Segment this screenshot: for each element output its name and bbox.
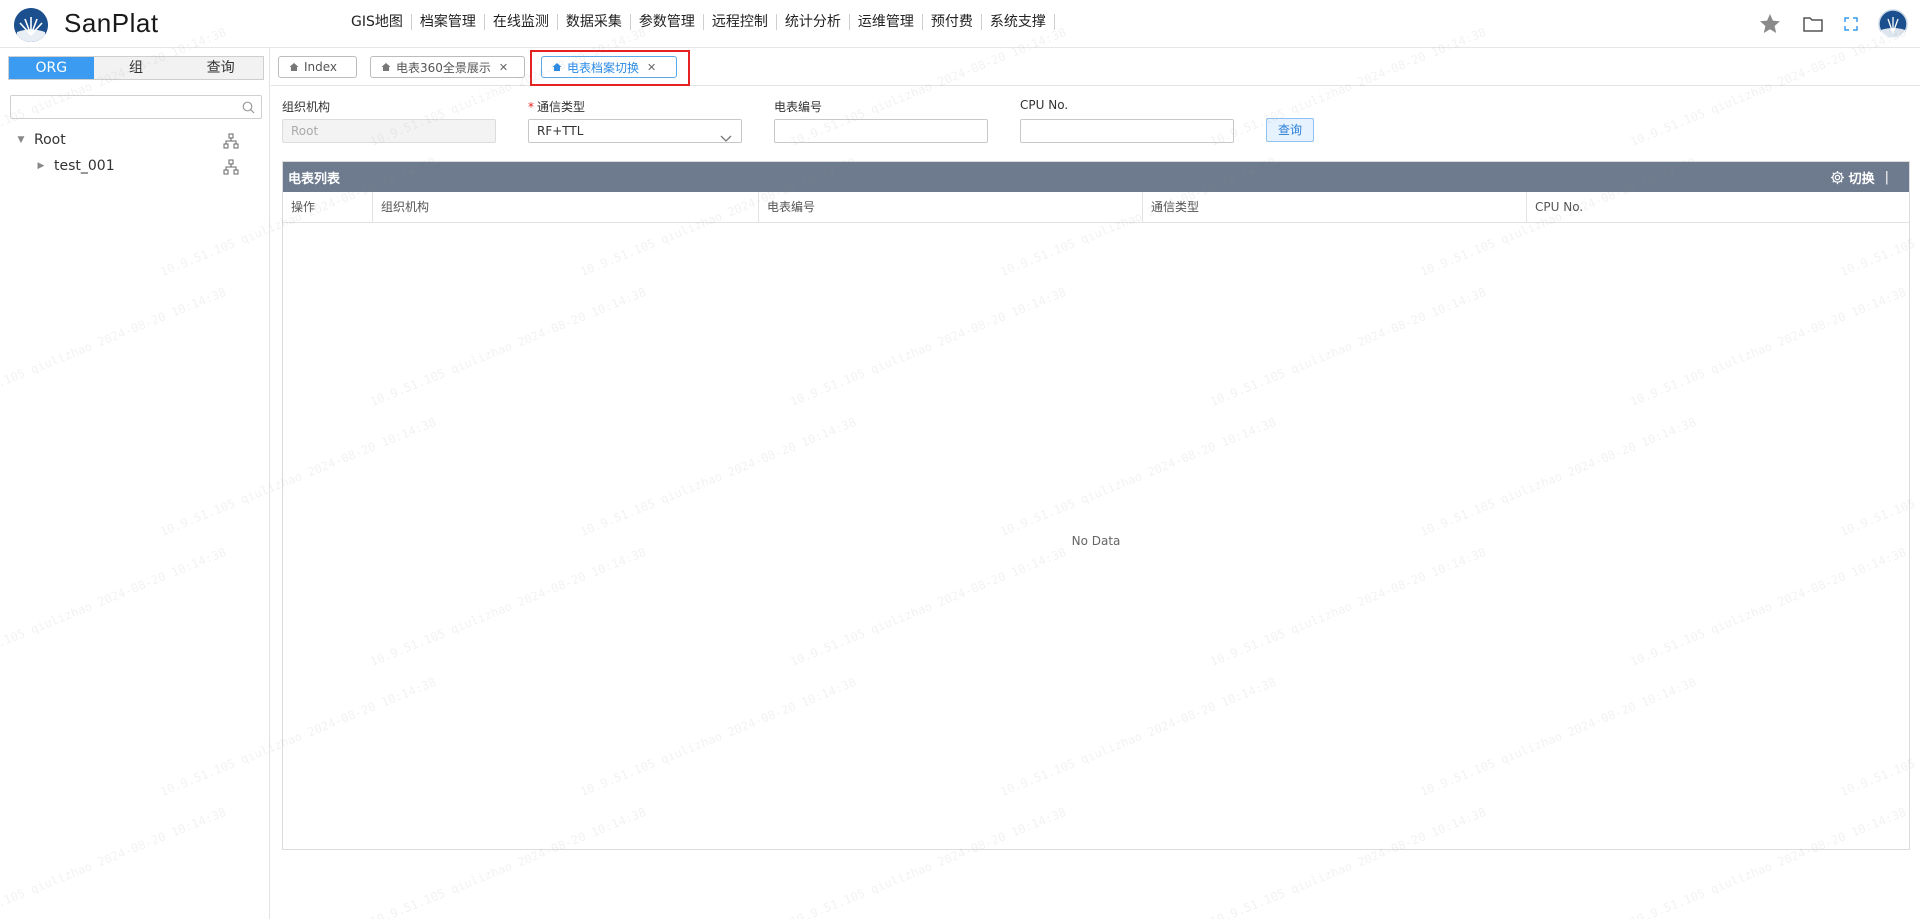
nav-item-online-monitor[interactable]: 在线监测	[485, 14, 558, 30]
switch-button[interactable]: 切换 |	[1830, 168, 1889, 187]
nav-item-data-collect[interactable]: 数据采集	[558, 14, 631, 30]
empty-state-text: No Data	[1071, 534, 1121, 548]
column-header-action[interactable]: 操作	[283, 192, 373, 222]
tab-label: Index	[304, 60, 338, 74]
column-header-comm-type[interactable]: 通信类型	[1143, 192, 1527, 222]
sidebar-tab-query[interactable]: 查询	[178, 57, 263, 79]
nav-item-gis-map[interactable]: GIS地图	[343, 14, 412, 30]
panel-header: 电表列表 切换 |	[283, 162, 1909, 192]
sidebar-tab-org[interactable]: ORG	[9, 57, 94, 79]
tree-node-label[interactable]: Root	[34, 132, 66, 148]
nav-item-remote-control[interactable]: 远程控制	[704, 14, 777, 30]
cpu-no-label: CPU No.	[1020, 98, 1069, 112]
sidebar-search-input[interactable]	[11, 96, 231, 118]
home-icon	[289, 62, 299, 72]
comm-type-select[interactable]: RF+TTL	[528, 119, 742, 143]
sanplat-logo-icon	[14, 8, 48, 42]
meter-list-panel: 电表列表 切换 | 操作 组织机构 电表编号 通信类型 CPU No. No D…	[282, 161, 1910, 850]
nav-item-prepaid[interactable]: 预付费	[923, 14, 982, 30]
header-icons	[1738, 9, 1908, 39]
caret-down-icon[interactable]: ▼	[16, 135, 26, 145]
sidebar-tab-group[interactable]: 组	[94, 57, 179, 79]
query-button[interactable]: 查询	[1266, 118, 1314, 142]
org-structure-icon[interactable]	[223, 133, 239, 153]
caret-right-icon[interactable]: ▶	[36, 161, 46, 171]
tree-node-test-001[interactable]: ▶ test_001	[36, 158, 115, 174]
required-asterisk: *	[528, 100, 534, 114]
meter-no-input[interactable]	[774, 119, 988, 143]
main-nav: GIS地图 档案管理 在线监测 数据采集 参数管理 远程控制 统计分析 运维管理…	[343, 14, 1055, 30]
sidebar-search	[10, 95, 262, 119]
nav-item-statistics[interactable]: 统计分析	[777, 14, 850, 30]
column-header-meter-no[interactable]: 电表编号	[759, 192, 1143, 222]
nav-item-archive[interactable]: 档案管理	[412, 14, 485, 30]
tree-node-root[interactable]: ▼ Root	[16, 132, 66, 148]
active-tab-highlight	[530, 50, 690, 86]
chevron-down-icon[interactable]	[720, 128, 732, 150]
toolbar-separator: |	[1884, 170, 1889, 185]
home-icon	[381, 62, 391, 72]
tree-node-label[interactable]: test_001	[54, 158, 115, 174]
tab-index[interactable]: Index	[278, 56, 357, 78]
fullscreen-icon[interactable]	[1844, 17, 1858, 31]
nav-item-system[interactable]: 系统支撑	[982, 14, 1055, 30]
comm-type-value: RF+TTL	[537, 124, 584, 138]
page-tabbar: Index 电表360全景展示 ✕ 电表档案切换 ✕	[271, 48, 1920, 86]
tab-meter-360[interactable]: 电表360全景展示 ✕	[370, 56, 525, 78]
nav-item-params[interactable]: 参数管理	[631, 14, 704, 30]
nav-item-ops[interactable]: 运维管理	[850, 14, 923, 30]
close-icon[interactable]: ✕	[499, 61, 508, 74]
column-header-org[interactable]: 组织机构	[373, 192, 759, 222]
app-name: SanPlat	[64, 8, 159, 38]
comm-type-label: * 通信类型	[528, 98, 585, 115]
switch-label[interactable]: 切换	[1849, 168, 1875, 187]
cpu-no-input[interactable]	[1020, 119, 1234, 143]
org-field: Root	[282, 119, 496, 143]
org-structure-icon[interactable]	[223, 159, 239, 179]
gear-icon[interactable]	[1830, 170, 1845, 185]
org-label: 组织机构	[282, 100, 331, 114]
table-header: 操作 组织机构 电表编号 通信类型 CPU No.	[283, 192, 1909, 223]
folder-icon[interactable]	[1802, 14, 1824, 34]
search-icon[interactable]	[242, 101, 255, 118]
sidebar-tabs: ORG 组 查询	[8, 56, 264, 80]
comm-type-label-text: 通信类型	[537, 100, 586, 114]
org-sidebar: ORG 组 查询 ▼ Root ▶ test_001	[0, 48, 270, 919]
top-header: SanPlat GIS地图 档案管理 在线监测 数据采集 参数管理 远程控制 统…	[0, 0, 1920, 48]
star-icon[interactable]	[1758, 12, 1782, 36]
user-avatar[interactable]	[1878, 9, 1908, 39]
column-header-cpu-no[interactable]: CPU No.	[1527, 192, 1909, 222]
tab-label: 电表360全景展示	[396, 60, 491, 75]
panel-title: 电表列表	[288, 172, 341, 187]
meter-no-label: 电表编号	[774, 100, 823, 114]
